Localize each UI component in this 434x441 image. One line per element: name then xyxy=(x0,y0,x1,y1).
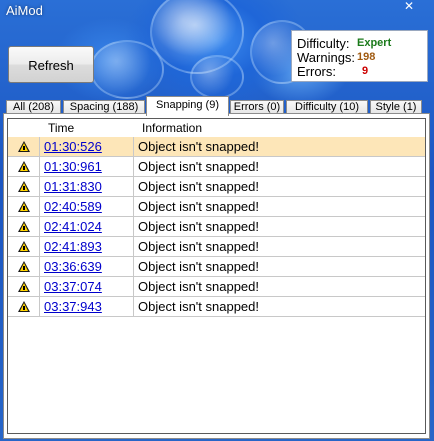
column-header-icon xyxy=(8,119,40,137)
information-cell: Object isn't snapped! xyxy=(138,159,259,174)
warnings-value: 198 xyxy=(357,51,376,63)
grid-header: Time Information xyxy=(8,119,425,137)
information-cell: Object isn't snapped! xyxy=(138,139,259,154)
time-link[interactable]: 01:30:526 xyxy=(40,137,134,156)
warnings-stat: Warnings: 198 xyxy=(297,50,375,65)
warning-cell xyxy=(8,277,40,296)
difficulty-stat: Difficulty: Expert xyxy=(297,36,391,51)
table-row[interactable]: 03:36:639 Object isn't snapped! xyxy=(8,257,425,277)
warning-cell xyxy=(8,137,40,156)
results-grid: Time Information 01:30:526 Object isn't … xyxy=(7,118,426,434)
warning-icon xyxy=(18,201,30,212)
warning-cell xyxy=(8,217,40,236)
warnings-label: Warnings: xyxy=(297,50,356,65)
time-link[interactable]: 03:37:074 xyxy=(40,277,134,296)
table-row[interactable]: 01:31:830 Object isn't snapped! xyxy=(8,177,425,197)
difficulty-value: Expert xyxy=(357,37,392,49)
errors-stat: Errors: 9 xyxy=(297,64,368,79)
time-link[interactable]: 03:36:639 xyxy=(40,257,134,276)
close-icon[interactable]: ✕ xyxy=(398,0,420,14)
background-bubble xyxy=(90,40,164,99)
information-cell: Object isn't snapped! xyxy=(138,219,259,234)
table-row[interactable]: 02:40:589 Object isn't snapped! xyxy=(8,197,425,217)
errors-label: Errors: xyxy=(297,64,336,79)
background-bubble xyxy=(190,55,244,99)
window-title: AiMod xyxy=(6,3,43,18)
warning-cell xyxy=(8,177,40,196)
information-cell: Object isn't snapped! xyxy=(138,279,259,294)
warning-cell xyxy=(8,197,40,216)
table-row[interactable]: 01:30:526 Object isn't snapped! xyxy=(8,137,425,157)
information-cell: Object isn't snapped! xyxy=(138,179,259,194)
warning-icon xyxy=(18,241,30,252)
information-cell: Object isn't snapped! xyxy=(138,239,259,254)
time-link[interactable]: 01:31:830 xyxy=(40,177,134,196)
time-link[interactable]: 03:37:943 xyxy=(40,297,134,316)
table-row[interactable]: 03:37:943 Object isn't snapped! xyxy=(8,297,425,317)
warning-icon xyxy=(18,301,30,312)
warning-icon xyxy=(18,181,30,192)
column-header-time[interactable]: Time xyxy=(48,119,74,137)
table-row[interactable]: 02:41:893 Object isn't snapped! xyxy=(8,237,425,257)
app-window: AiMod ✕ Refresh Difficulty: Expert Warni… xyxy=(0,0,434,441)
warning-icon xyxy=(18,161,30,172)
warning-icon xyxy=(18,281,30,292)
warning-icon xyxy=(18,221,30,232)
information-cell: Object isn't snapped! xyxy=(138,299,259,314)
information-cell: Object isn't snapped! xyxy=(138,199,259,214)
stats-panel: Difficulty: Expert Warnings: 198 Errors:… xyxy=(291,30,428,82)
errors-value: 9 xyxy=(362,65,369,77)
table-row[interactable]: 01:30:961 Object isn't snapped! xyxy=(8,157,425,177)
time-link[interactable]: 01:30:961 xyxy=(40,157,134,176)
information-cell: Object isn't snapped! xyxy=(138,259,259,274)
table-row[interactable]: 02:41:024 Object isn't snapped! xyxy=(8,217,425,237)
refresh-button[interactable]: Refresh xyxy=(8,46,94,83)
tab-panel: Time Information 01:30:526 Object isn't … xyxy=(3,113,430,439)
difficulty-label: Difficulty: xyxy=(297,36,350,51)
warning-icon xyxy=(18,141,30,152)
warning-cell xyxy=(8,157,40,176)
warning-cell xyxy=(8,297,40,316)
warning-cell xyxy=(8,257,40,276)
tab-strip: All (208) Spacing (188) Snapping (9) Err… xyxy=(6,96,428,116)
warning-icon xyxy=(18,261,30,272)
table-row[interactable]: 03:37:074 Object isn't snapped! xyxy=(8,277,425,297)
column-header-information[interactable]: Information xyxy=(142,119,202,137)
time-link[interactable]: 02:40:589 xyxy=(40,197,134,216)
warning-cell xyxy=(8,237,40,256)
time-link[interactable]: 02:41:024 xyxy=(40,217,134,236)
tab-snapping[interactable]: Snapping (9) xyxy=(146,96,229,116)
time-link[interactable]: 02:41:893 xyxy=(40,237,134,256)
